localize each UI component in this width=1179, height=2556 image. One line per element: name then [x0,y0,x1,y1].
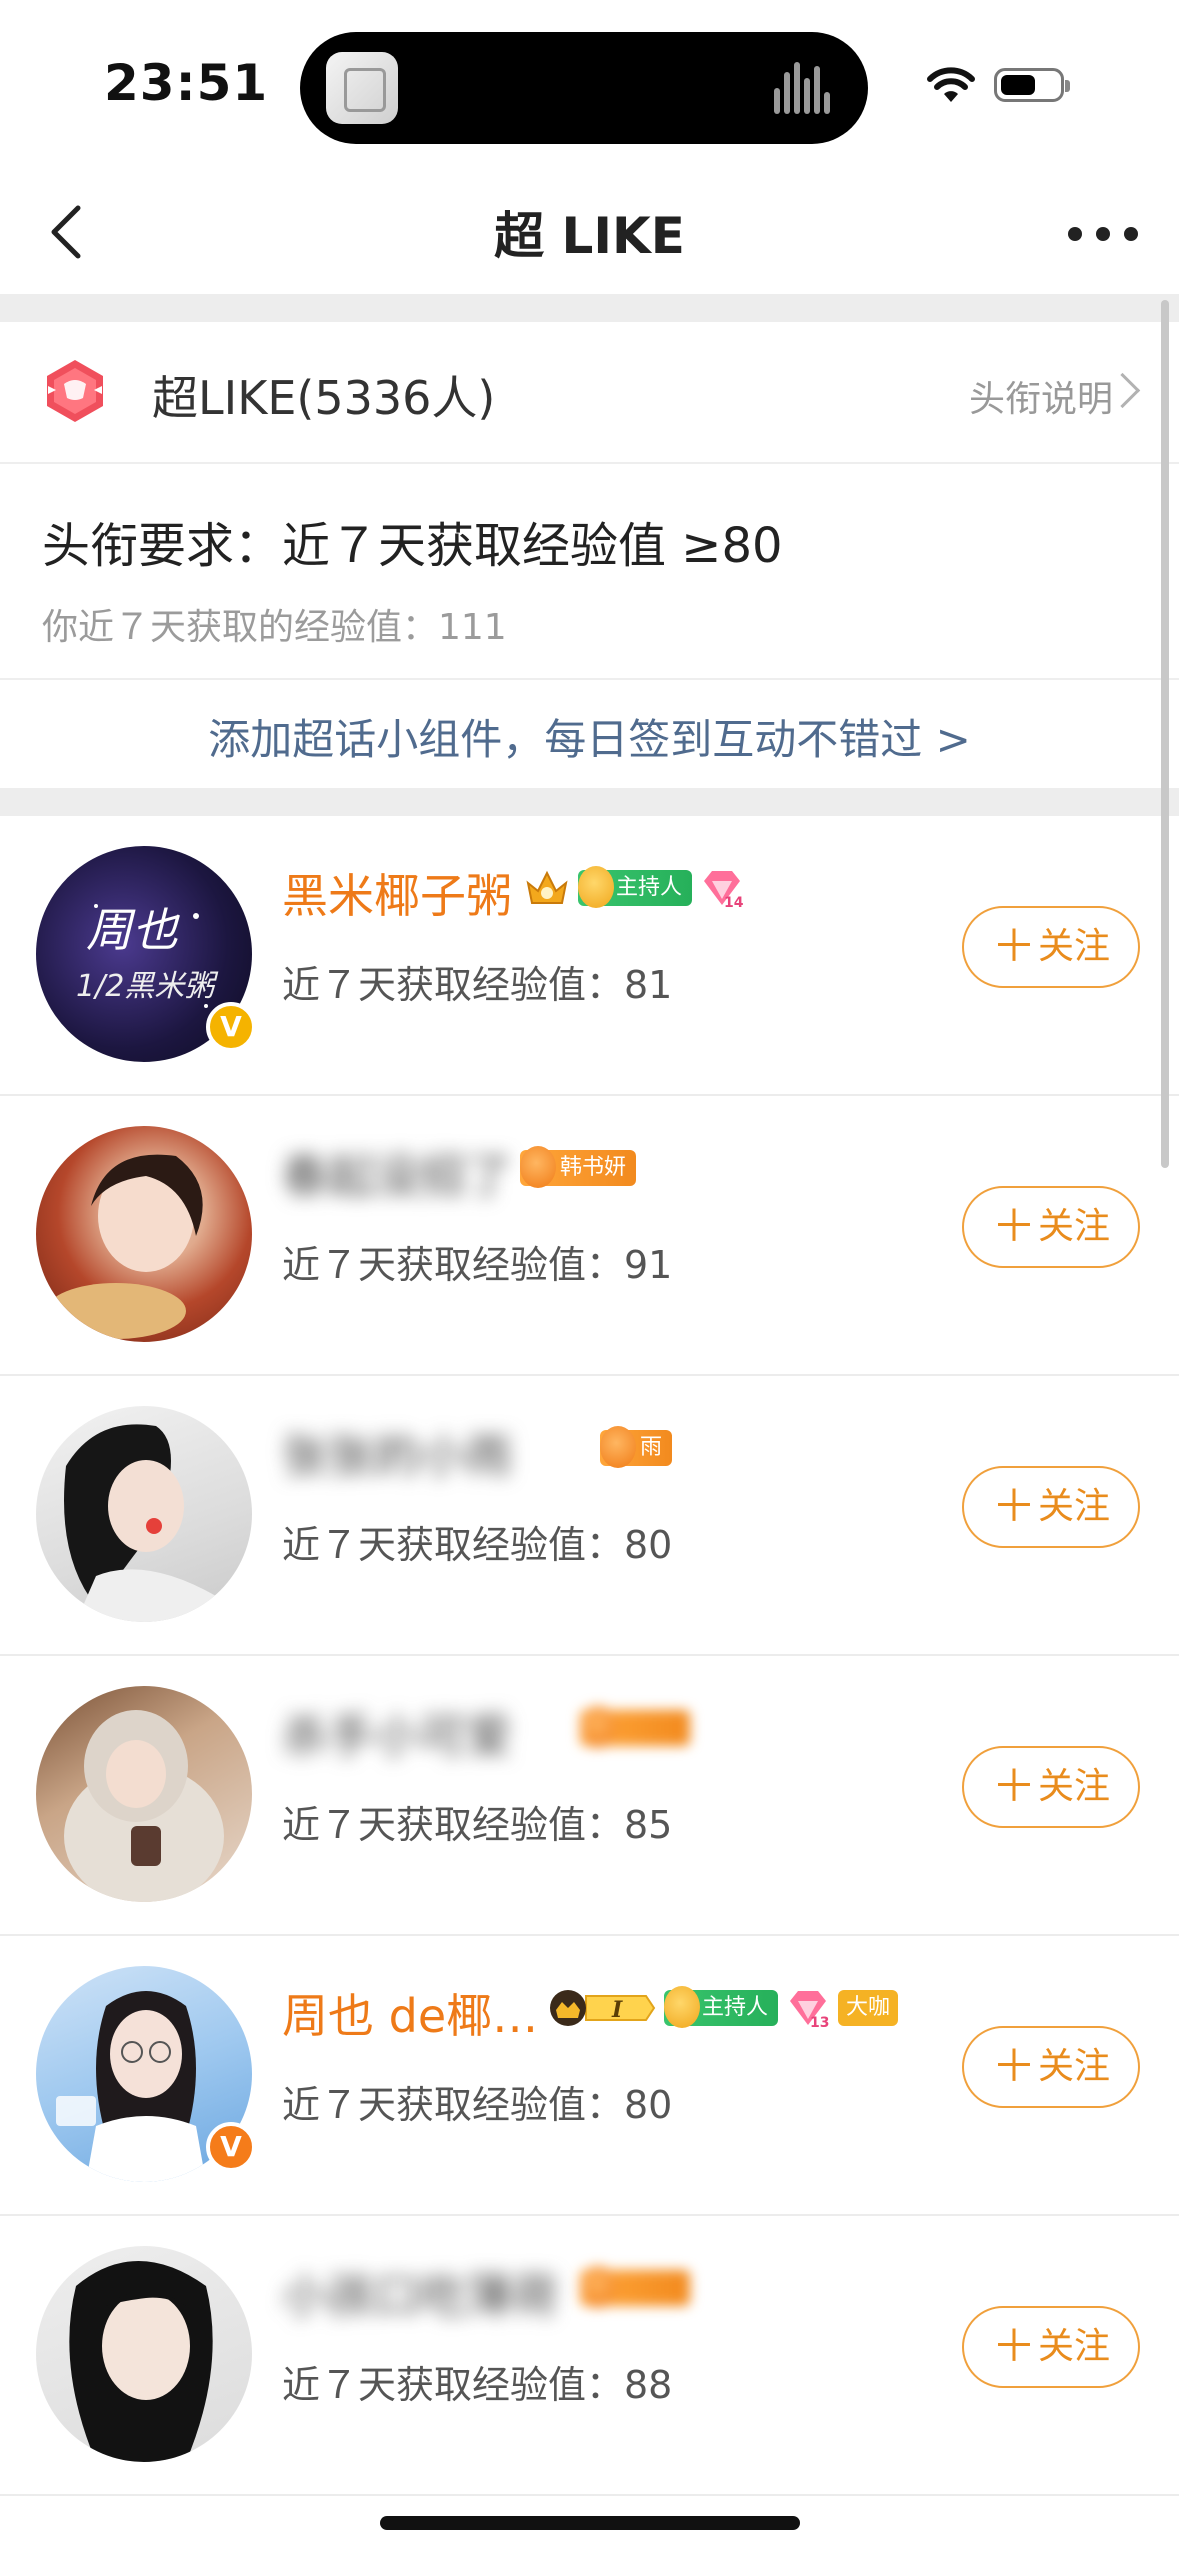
user-badges: 韩书妍 [520,1146,637,1190]
user-name[interactable]: 春起没招了 [282,1140,512,1206]
status-time: 23:51 [104,54,269,112]
host-icon [664,1986,700,2028]
gem-level-icon: 13 [790,1991,830,2029]
dynamic-island[interactable] [300,32,868,144]
avatar[interactable] [36,1686,252,1902]
host-badge: 主持人 [664,1986,779,2028]
user-badges [580,1706,690,1750]
svg-text:周也: 周也 [86,903,180,957]
fan-badge: 韩书妍 [520,1146,637,1188]
super-like-badge-icon [47,360,103,422]
svg-text:14: 14 [724,895,744,909]
gem-level-icon: 14 [704,871,744,909]
island-app-icon [326,52,398,124]
avatar-photo [46,1154,203,1339]
list-item[interactable]: 春起没招了 韩书妍 近７天获取经验值：91 ＋关注 [0,1096,1179,1376]
scrollbar[interactable] [1161,300,1169,1168]
svg-text:13: 13 [810,2015,829,2029]
title-header: 超LIKE(5336人) 头衔说明 [0,322,1179,462]
follow-button[interactable]: ＋关注 [962,1466,1140,1548]
header-title: 超LIKE(5336人) [152,371,496,425]
user-badges: I 主持人 13 大咖 [546,1986,899,2030]
audio-wave-icon [774,62,838,114]
user-name[interactable]: 小孩口吃薄荷 [282,2260,558,2326]
user-exp: 近７天获取经验值：81 [282,963,673,1007]
user-name[interactable]: 张张的小雨 [282,1420,512,1486]
title-requirement: 头衔要求：近７天获取经验值 ≥80 [42,518,783,574]
level-badge-icon: I [550,1990,656,2026]
follow-button[interactable]: ＋关注 [962,1186,1140,1268]
follow-button[interactable]: ＋关注 [962,1746,1140,1828]
wifi-icon [927,67,975,102]
host-badge: 主持人 [578,866,693,908]
fan-icon [600,1426,636,1468]
home-indicator[interactable] [380,2516,800,2530]
fan-badge [580,1706,690,1748]
avatar-photo [64,1710,224,1902]
big-shot-badge: 大咖 [838,1990,899,2026]
user-exp: 近７天获取经验值：85 [282,1803,673,1847]
user-name[interactable]: 周也 de椰… [282,1980,538,2046]
follow-button[interactable]: ＋关注 [962,906,1140,988]
user-badges: 主持人 14 [524,866,744,910]
follow-button[interactable]: ＋关注 [962,2306,1140,2388]
list-item[interactable]: 杀手小可爱 近７天获取经验值：85 ＋关注 [0,1656,1179,1936]
user-badges [580,2266,690,2310]
verified-badge-icon: V [206,2122,256,2172]
fan-icon [580,2266,616,2308]
user-name[interactable]: 杀手小可爱 [282,1700,512,1766]
svg-text:I: I [611,1997,623,2023]
svg-text:1/2黑米粥: 1/2黑米粥 [76,969,219,1004]
host-icon [578,866,614,908]
section-gap [0,788,1179,816]
follow-button[interactable]: ＋关注 [962,2026,1140,2108]
crown-icon [526,870,568,904]
nav-bar: 超 LIKE [0,170,1179,294]
list-item[interactable]: 张张的小雨 雨 近７天获取经验值：80 ＋关注 [0,1376,1179,1656]
user-exp: 近７天获取经验值：80 [282,1523,673,1567]
list-item[interactable]: 周也 1/2黑米粥 V 黑米椰子粥 主持人 14 近７天获取经验值：81 ＋关注 [0,816,1179,1096]
user-exp: 近７天获取经验值：91 [282,1243,673,1287]
divider [0,462,1179,464]
user-exp: 近７天获取经验值：88 [282,2363,673,2407]
my-exp-text: 你近７天获取的经验值：111 [42,607,507,648]
avatar[interactable] [36,1406,252,1622]
fan-icon [520,1146,556,1188]
title-explain-link[interactable]: 头衔说明 [969,370,1113,422]
more-icon[interactable] [1068,218,1138,248]
add-widget-link[interactable]: 添加超话小组件，每日签到互动不错过 > [0,706,1179,767]
fan-badge [580,2266,690,2308]
user-exp: 近７天获取经验值：80 [282,2083,673,2127]
section-gap [0,294,1179,322]
avatar[interactable] [36,1126,252,1342]
divider [0,678,1179,680]
avatar-photo [64,1424,216,1622]
avatar[interactable] [36,2246,252,2462]
avatar-photo [69,2261,213,2462]
user-name[interactable]: 黑米椰子粥 [282,860,512,926]
page-title: 超 LIKE [494,207,685,265]
fan-badge: 雨 [600,1426,673,1468]
status-bar: 23:51 [0,0,1179,170]
user-badges: 雨 [600,1426,673,1470]
list-item[interactable]: 小孩口吃薄荷 近７天获取经验值：88 ＋关注 [0,2216,1179,2496]
list-item[interactable]: V 周也 de椰… I 主持人 13 大咖 近７天获取经验值：80 ＋关注 [0,1936,1179,2216]
fan-icon [580,1706,616,1748]
verified-badge-icon: V [206,1002,256,1052]
battery-icon [994,68,1070,102]
